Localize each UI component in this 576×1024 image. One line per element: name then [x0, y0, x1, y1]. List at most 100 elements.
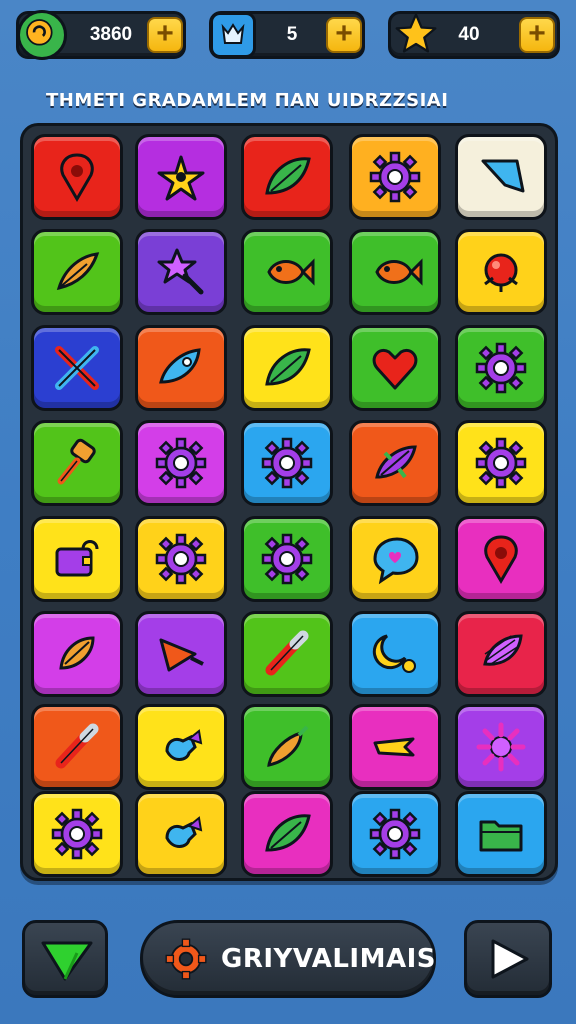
- tile-r6-c5[interactable]: [455, 611, 547, 697]
- tile-r7-c2[interactable]: [135, 704, 227, 790]
- gear-icon: [261, 533, 313, 585]
- tile-r7-c4[interactable]: [349, 704, 441, 790]
- crossed-swords-icon: [55, 346, 99, 390]
- boost-button[interactable]: GRIYVALIMAIS: [140, 920, 436, 998]
- gear-icon: [51, 808, 103, 860]
- tile-r4-c5[interactable]: [455, 420, 547, 506]
- map-pin-icon: [484, 535, 518, 584]
- tile-r3-c1[interactable]: [31, 325, 123, 411]
- tile-r5-c5[interactable]: [455, 516, 547, 602]
- purse-icon: [55, 540, 99, 577]
- star-icon: [393, 10, 443, 60]
- squid-icon: [483, 634, 523, 666]
- tile-r5-c2[interactable]: [135, 516, 227, 602]
- orange-gear-icon: [165, 938, 207, 980]
- seed-icon: [59, 636, 95, 670]
- tile-r6-c4[interactable]: [349, 611, 441, 697]
- gear-icon: [261, 437, 313, 489]
- gear-icon: [369, 808, 421, 860]
- swirl-coin-icon: [17, 10, 67, 60]
- hammer-icon: [57, 438, 96, 485]
- star-wand-icon: [157, 248, 204, 295]
- tile-r7-c3[interactable]: [241, 704, 333, 790]
- coins-value: 3860: [89, 24, 133, 45]
- tile-r3-c2[interactable]: [135, 325, 227, 411]
- map-pin-icon: [60, 153, 94, 202]
- tile-r4-c1[interactable]: [31, 420, 123, 506]
- tile-r7-c5[interactable]: [455, 704, 547, 790]
- left-arrow-button[interactable]: [22, 920, 108, 998]
- tile-r8-c3[interactable]: [241, 791, 333, 877]
- tile-r7-c1[interactable]: [31, 704, 123, 790]
- moon-gear-icon: [372, 634, 416, 673]
- add-coins-button[interactable]: +: [147, 17, 183, 53]
- sun-flower-icon: [476, 722, 526, 772]
- pencil-icon: [265, 630, 309, 676]
- tile-r2-c3[interactable]: [241, 229, 333, 315]
- cone-icon: [159, 638, 204, 672]
- tile-r5-c4[interactable]: [349, 516, 441, 602]
- tile-r3-c4[interactable]: [349, 325, 441, 411]
- rocket-icon: [159, 348, 201, 384]
- tile-r1-c5[interactable]: [455, 134, 547, 220]
- fish-icon: [267, 258, 315, 286]
- tile-r2-c1[interactable]: [31, 229, 123, 315]
- gear-icon: [155, 437, 207, 489]
- stars-value: 40: [458, 24, 480, 45]
- heart-icon: [372, 349, 418, 390]
- tile-r5-c3[interactable]: [241, 516, 333, 602]
- candy-icon: [165, 729, 203, 761]
- tile-r1-c3[interactable]: [241, 134, 333, 220]
- bug-icon: [375, 445, 417, 479]
- tile-r4-c2[interactable]: [135, 420, 227, 506]
- leaf-icon: [265, 814, 311, 852]
- tile-r3-c5[interactable]: [455, 325, 547, 411]
- green-arrow-icon: [41, 941, 93, 981]
- tile-r3-c3[interactable]: [241, 325, 333, 411]
- folder-icon: [479, 820, 523, 852]
- tile-r8-c5[interactable]: [455, 791, 547, 877]
- tile-r1-c2[interactable]: [135, 134, 227, 220]
- tile-r8-c4[interactable]: [349, 791, 441, 877]
- tile-r6-c1[interactable]: [31, 611, 123, 697]
- sail-shard-icon: [481, 159, 525, 193]
- add-stars-button[interactable]: +: [519, 17, 555, 53]
- tile-r4-c3[interactable]: [241, 420, 333, 506]
- leaf-icon: [265, 157, 311, 195]
- fish-icon: [375, 258, 423, 286]
- tile-r1-c1[interactable]: [31, 134, 123, 220]
- tile-r8-c1[interactable]: [31, 791, 123, 877]
- tile-r2-c5[interactable]: [455, 229, 547, 315]
- gear-icon: [155, 533, 207, 585]
- candy-icon: [165, 816, 203, 848]
- carrot-icon: [267, 725, 309, 767]
- tile-r2-c2[interactable]: [135, 229, 227, 315]
- tile-r4-c4[interactable]: [349, 420, 441, 506]
- starfish-icon: [157, 155, 205, 201]
- play-icon: [491, 939, 529, 979]
- tile-r6-c3[interactable]: [241, 611, 333, 697]
- beetle-icon: [484, 253, 518, 292]
- pencil-icon: [55, 723, 99, 769]
- gear-icon: [369, 151, 421, 203]
- tile-r6-c2[interactable]: [135, 611, 227, 697]
- powerups-counter: 5 +: [209, 11, 365, 59]
- gear-icon: [475, 342, 527, 394]
- powerups-value: 5: [286, 24, 298, 45]
- add-powerups-button[interactable]: +: [326, 17, 362, 53]
- stars-counter: 40 +: [388, 11, 560, 59]
- feather-icon: [56, 252, 100, 291]
- top-hud: 3860 + 5 + 40 +: [0, 0, 576, 72]
- leaf-icon: [265, 348, 311, 386]
- tile-r5-c1[interactable]: [31, 516, 123, 602]
- tile-r1-c4[interactable]: [349, 134, 441, 220]
- gear-icon: [475, 437, 527, 489]
- level-subtitle: THMETI GRADAMLEM ΠΑΝ UIDRZZSIAI: [46, 90, 449, 111]
- cat-powerup-icon: [210, 12, 256, 58]
- bone-icon: [373, 737, 415, 757]
- tile-r2-c4[interactable]: [349, 229, 441, 315]
- play-button[interactable]: [464, 920, 552, 998]
- chat-bubble-icon: [373, 537, 419, 585]
- tile-r8-c2[interactable]: [135, 791, 227, 877]
- boost-button-label: GRIYVALIMAIS: [221, 944, 436, 974]
